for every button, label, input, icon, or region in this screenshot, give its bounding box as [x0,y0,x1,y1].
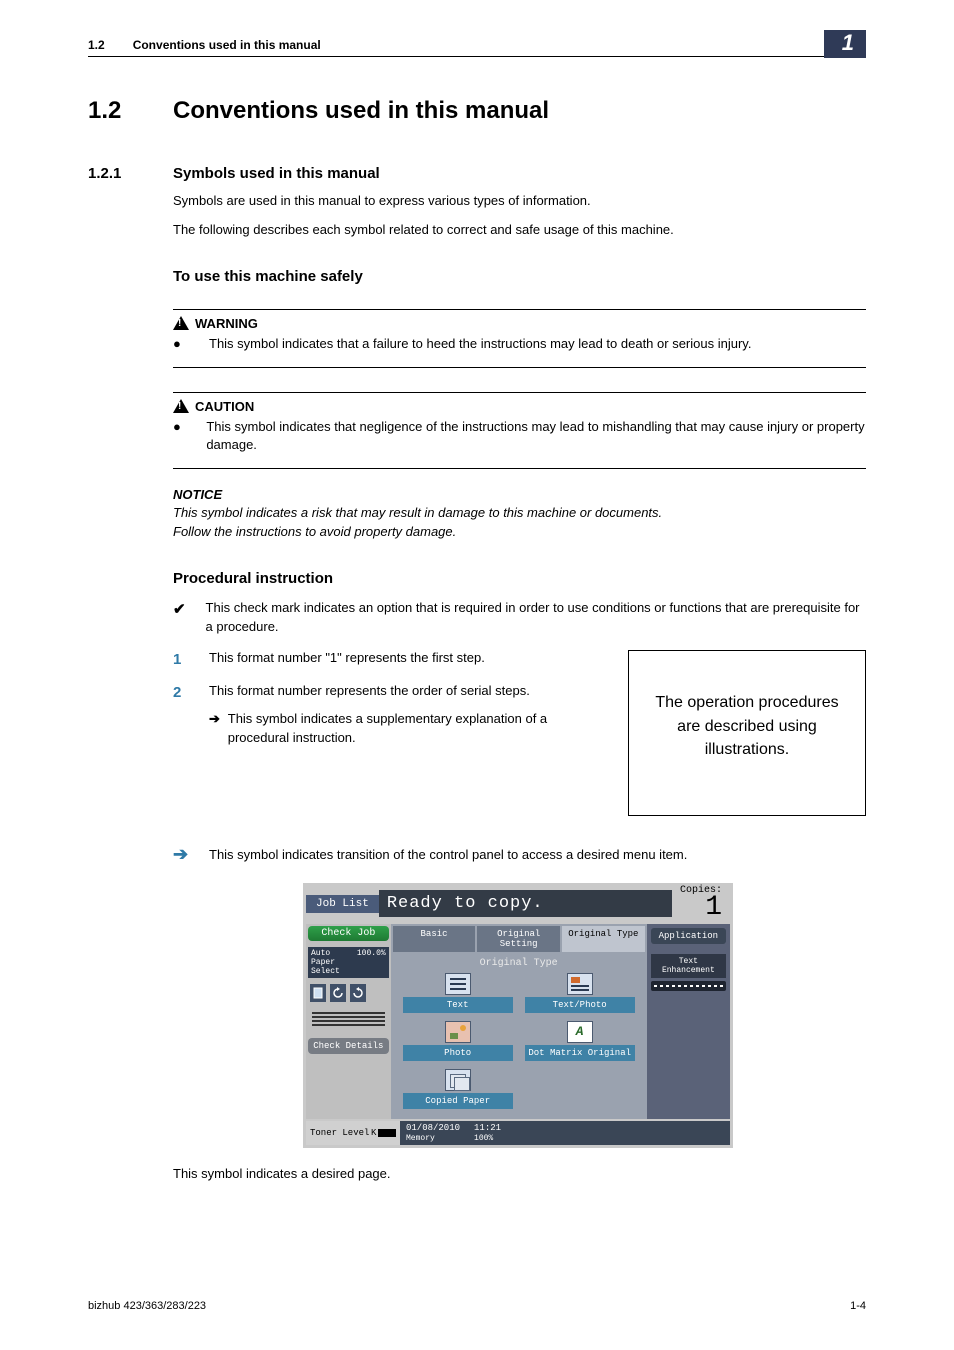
dot-matrix-icon [567,1021,593,1043]
rotate-right-icon[interactable] [350,984,366,1002]
bullet-icon: ● [173,418,206,454]
text-enhancement-slider[interactable] [651,981,726,991]
panel-left-column: Check Job Auto Paper Select 100.0% Check… [306,924,391,1119]
chapter-badge: 1 [824,30,866,58]
caution-label: CAUTION [195,399,254,414]
panel-date: 01/08/2010 [406,1123,460,1133]
proc-step1-text: This format number "1" represents the fi… [209,649,485,671]
text-photo-icon [567,973,593,995]
transition-text: This symbol indicates transition of the … [209,847,687,862]
tab-original-setting[interactable]: Original Setting [477,926,560,952]
sub-arrow-icon: ➔ [209,710,228,748]
chip-text-photo[interactable]: Text/Photo [525,973,635,1013]
original-type-title: Original Type [393,958,645,969]
proc-check-row: ✔ This check mark indicates an option th… [173,599,866,637]
toner-letter: K [371,1128,376,1138]
check-details-button[interactable]: Check Details [308,1038,389,1054]
datetime-readout: 01/08/2010 Memory 11:21 100% [400,1121,730,1145]
chip-text-label: Text [403,997,513,1013]
orientation-icons [308,982,389,1004]
heading-2-title: Symbols used in this manual [173,165,380,182]
auto-paper-label: Auto Paper Select [311,949,357,976]
intro-body: Symbols are used in this manual to expre… [173,192,866,240]
bullet-icon: ● [173,335,209,353]
notice-label: NOTICE [173,487,866,502]
copies-value: 1 [680,894,722,922]
transition-arrow-icon: ➔ [173,844,209,865]
chip-dot-matrix[interactable]: Dot Matrix Original [525,1021,635,1061]
proc-check-text: This check mark indicates an option that… [206,599,866,637]
caution-block: CAUTION [173,392,866,414]
toner-label: Toner Level [310,1128,369,1138]
heading-3-procedural: Procedural instruction [173,570,866,587]
memory-label: Memory [406,1134,435,1143]
paper-stack-icon [308,1008,389,1030]
auto-paper-value: 100.0% [357,949,386,976]
chip-text[interactable]: Text [403,973,513,1013]
auto-paper-readout: Auto Paper Select 100.0% [308,947,389,978]
caution-icon [173,399,189,413]
warning-icon [173,316,189,330]
proc-step2-row: 2 This format number represents the orde… [173,682,612,704]
panel-time: 11:21 [474,1123,501,1133]
intro-p2: The following describes each symbol rela… [173,221,866,240]
heading-1-number: 1.2 [88,97,173,125]
caution-text: This symbol indicates that negligence of… [206,418,866,454]
text-icon [445,973,471,995]
control-panel-screenshot: Job List Ready to copy. Copies: 1 Check … [303,883,733,1148]
toner-bar-icon [378,1129,396,1137]
check-mark-icon: ✔ [173,599,206,637]
step-number-1: 1 [173,649,209,671]
application-button[interactable]: Application [651,928,726,944]
text-enhancement-label: Text Enhancement [651,954,726,978]
page-portrait-icon[interactable] [310,984,326,1002]
warning-label: WARNING [195,316,258,331]
panel-middle-column: Basic Original Setting Original Type Ori… [391,924,647,1119]
proc-step2-text: This format number represents the order … [209,682,530,704]
proc-sub-row: ➔ This symbol indicates a supplementary … [209,710,612,748]
copied-paper-icon [445,1069,471,1091]
page-footer: bizhub 423/363/283/223 1-4 [88,1300,866,1312]
transition-row: ➔ This symbol indicates transition of th… [173,844,866,865]
heading-2-number: 1.2.1 [88,165,173,182]
heading-2: 1.2.1 Symbols used in this manual [88,165,866,182]
chip-photo[interactable]: Photo [403,1021,513,1061]
step-number-2: 2 [173,682,209,704]
running-header: 1.2 Conventions used in this manual [88,38,866,57]
desired-page-text: This symbol indicates a desired page. [173,1166,866,1181]
warning-bullet: ● This symbol indicates that a failure t… [173,335,866,353]
footer-model: bizhub 423/363/283/223 [88,1300,206,1312]
toner-level-readout: Toner Level K [306,1121,400,1145]
header-section-title: Conventions used in this manual [133,38,321,52]
header-section-number: 1.2 [88,38,105,52]
check-job-button[interactable]: Check Job [308,926,389,941]
notice-line2: Follow the instructions to avoid propert… [173,524,456,539]
ready-status: Ready to copy. [379,890,672,917]
proc-sub-text: This symbol indicates a supplementary ex… [228,710,612,748]
notice-body: This symbol indicates a risk that may re… [173,504,866,542]
chip-photo-label: Photo [403,1045,513,1061]
heading-1-title: Conventions used in this manual [173,97,549,125]
intro-p1: Symbols are used in this manual to expre… [173,192,866,211]
notice-line1: This symbol indicates a risk that may re… [173,505,662,520]
heading-1: 1.2 Conventions used in this manual [88,97,866,125]
warning-text: This symbol indicates that a failure to … [209,335,751,353]
photo-icon [445,1021,471,1043]
chip-copied-paper-label: Copied Paper [403,1093,513,1109]
footer-page-number: 1-4 [850,1300,866,1312]
heading-3-safely: To use this machine safely [173,268,866,285]
caution-bullet: ● This symbol indicates that negligence … [173,418,866,454]
chip-dot-matrix-label: Dot Matrix Original [525,1045,635,1061]
warning-block: WARNING [173,309,866,331]
tab-basic[interactable]: Basic [393,926,476,952]
job-list-button[interactable]: Job List [306,895,379,913]
panel-right-column: Application Text Enhancement [647,924,730,1119]
memory-value: 100% [474,1134,493,1143]
chip-text-photo-label: Text/Photo [525,997,635,1013]
copies-display: Copies: 1 [672,886,730,922]
tab-original-type[interactable]: Original Type [562,926,645,952]
rotate-left-icon[interactable] [330,984,346,1002]
illustration-callout: The operation procedures are described u… [628,650,866,816]
chip-copied-paper[interactable]: Copied Paper [403,1069,513,1109]
